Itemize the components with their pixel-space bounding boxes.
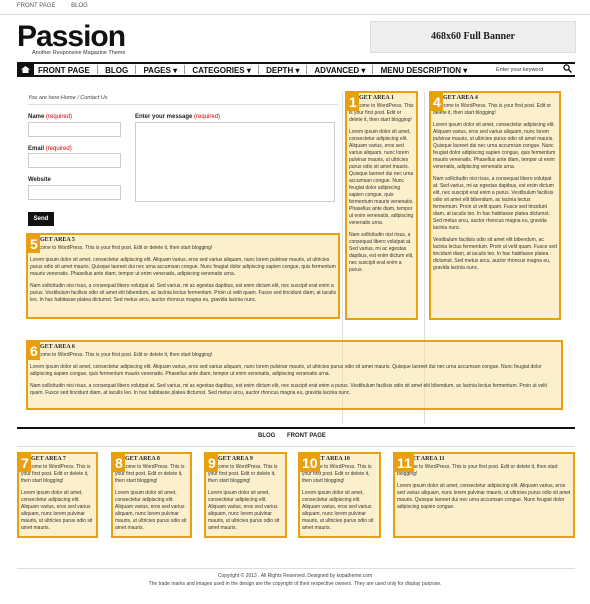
widget-text: Welcome to WordPress. This is your first… <box>115 464 187 531</box>
nav-depth[interactable]: DEPTH ▾ <box>266 66 299 75</box>
footer-nav: BLOG FRONT PAGE <box>258 433 336 439</box>
top-nav-front-page[interactable]: FRONT PAGE <box>17 3 55 9</box>
header-banner[interactable]: 468x60 Full Banner <box>370 21 576 53</box>
widget-area-9: 9 GET AREA 9 Welcome to WordPress. This … <box>204 452 287 538</box>
widget-title: GET AREA 9 <box>218 456 253 462</box>
widget-text: Welcome to WordPress. This is your first… <box>349 103 414 273</box>
site-tagline: Another Responsive Magazine Theme <box>32 50 126 56</box>
widget-number: 4 <box>431 93 443 111</box>
widget-title: GET AREA 11 <box>407 456 445 462</box>
name-field[interactable] <box>28 122 121 137</box>
widget-text: Welcome to WordPress. This is your first… <box>208 464 280 531</box>
divider <box>17 427 575 429</box>
website-label: Website <box>28 177 51 183</box>
message-textarea[interactable] <box>135 122 335 202</box>
home-icon <box>21 66 30 73</box>
divider <box>28 104 338 105</box>
divider <box>0 14 590 15</box>
widget-title: GET AREA 6 <box>40 344 75 350</box>
nav-blog[interactable]: BLOG <box>105 66 128 75</box>
footer-nav-blog[interactable]: BLOG <box>258 433 275 439</box>
widget-area-4: 4 GET AREA 4 Welcome to WordPress. This … <box>429 91 561 320</box>
widget-text: Welcome to WordPress. This is your first… <box>21 464 93 531</box>
top-nav: FRONT PAGE BLOG <box>17 3 102 9</box>
name-label: Name (required) <box>28 114 73 120</box>
widget-area-1: 1 GET AREA 1 Welcome to WordPress. This … <box>345 91 418 320</box>
main-nav-items: FRONT PAGE BLOG PAGES ▾ CATEGORIES ▾ DEP… <box>38 65 470 75</box>
nav-categories[interactable]: CATEGORIES ▾ <box>192 66 251 75</box>
widget-number: 10 <box>300 454 320 472</box>
widget-text: Welcome to WordPress. This is your first… <box>397 464 571 510</box>
nav-front-page[interactable]: FRONT PAGE <box>38 66 90 75</box>
nav-pages[interactable]: PAGES ▾ <box>143 66 177 75</box>
nav-menu-description[interactable]: MENU DESCRIPTION ▾ <box>381 66 468 75</box>
copyright-text: Copyright © 2013 . All Rights Reserved. … <box>217 573 373 579</box>
divider <box>17 446 575 447</box>
widget-number: 6 <box>28 342 40 360</box>
widget-text: Welcome to WordPress. This is your first… <box>30 352 547 396</box>
top-nav-blog[interactable]: BLOG <box>71 3 88 9</box>
email-field[interactable] <box>28 153 121 168</box>
trademark-text: The trade marks and images used in the d… <box>148 581 442 587</box>
widget-text: Welcome to WordPress. This is your first… <box>30 245 336 303</box>
widget-number: 5 <box>28 235 40 253</box>
widget-area-7: 7 GET AREA 7 Welcome to WordPress. This … <box>17 452 98 538</box>
widget-number: 11 <box>395 454 414 472</box>
widget-area-11: 11 GET AREA 11 Welcome to WordPress. Thi… <box>393 452 575 538</box>
site-logo[interactable]: Passion <box>17 20 126 54</box>
widget-text: Welcome to WordPress. This is your first… <box>302 464 374 531</box>
widget-area-8: 8 GET AREA 8 Welcome to WordPress. This … <box>111 452 192 538</box>
message-label: Enter your message (required) <box>135 114 221 120</box>
widget-number: 8 <box>113 454 125 472</box>
search-input[interactable]: Enter your keyword <box>496 67 543 73</box>
widget-area-5: 5 GET AREA 5 Welcome to WordPress. This … <box>26 233 340 319</box>
nav-advanced[interactable]: ADVANCED ▾ <box>314 66 365 75</box>
search-icon[interactable] <box>563 64 572 73</box>
widget-title: GET AREA 5 <box>40 237 75 243</box>
widget-number: 9 <box>206 454 218 472</box>
widget-number: 7 <box>19 454 31 472</box>
widget-number: 1 <box>347 93 359 111</box>
widget-text: Welcome to WordPress. This is your first… <box>433 103 557 271</box>
divider <box>17 568 575 569</box>
widget-area-6: 6 GET AREA 6 Welcome to WordPress. This … <box>26 340 563 410</box>
breadcrumb: You are here:Home / Contact Us <box>28 95 108 101</box>
footer-nav-front-page[interactable]: FRONT PAGE <box>287 433 326 439</box>
website-field[interactable] <box>28 185 121 200</box>
email-label: Email (required) <box>28 146 72 152</box>
widget-title: GET AREA 4 <box>443 95 478 101</box>
send-button[interactable]: Send <box>28 212 54 226</box>
widget-area-10: 10 GET AREA 10 Welcome to WordPress. Thi… <box>298 452 381 538</box>
